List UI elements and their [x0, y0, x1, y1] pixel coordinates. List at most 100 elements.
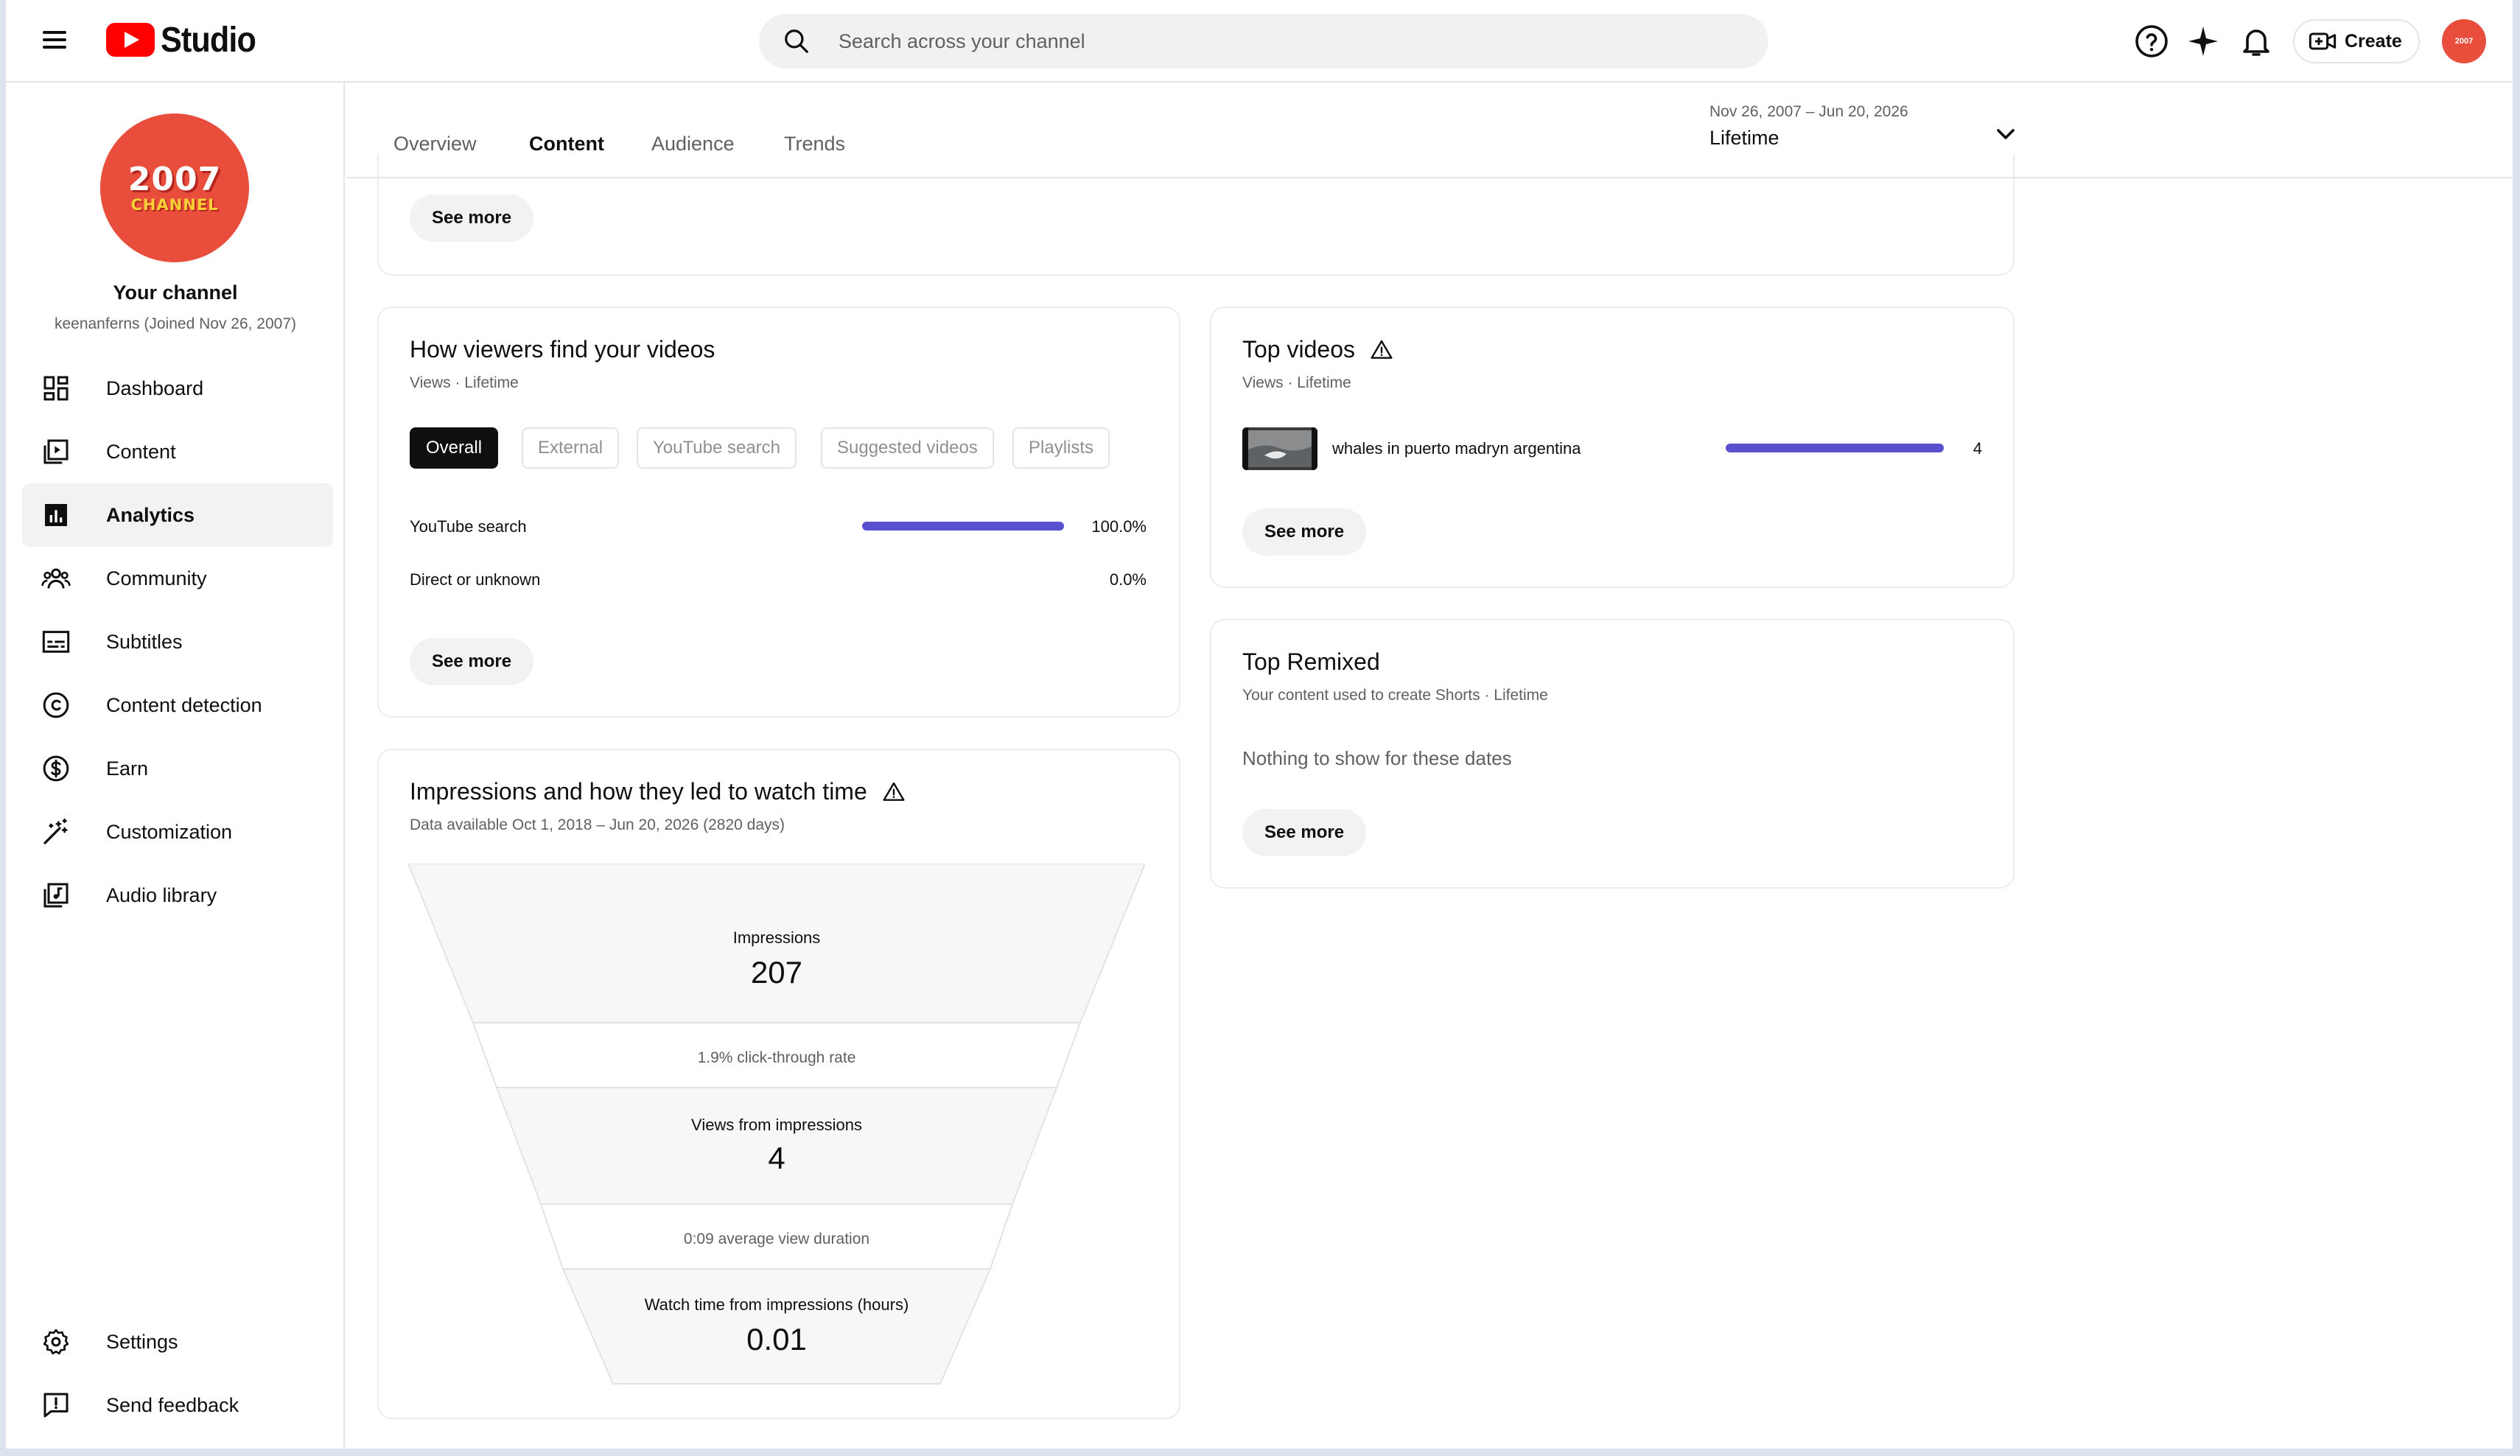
card-subtitle: Your content used to create Shorts · Lif… — [1242, 687, 1548, 704]
magic-wand-icon — [43, 819, 68, 844]
date-range-picker[interactable]: Nov 26, 2007 – Jun 20, 2026 Lifetime — [1709, 103, 2019, 162]
channel-title: Your channel — [113, 281, 238, 304]
card-title: Top videos — [1242, 336, 1393, 363]
menu-icon[interactable] — [40, 25, 69, 55]
youtube-play-icon — [106, 23, 155, 57]
channel-avatar[interactable]: 2007 CHANNEL — [100, 113, 249, 262]
chip-suggested-videos[interactable]: Suggested videos — [821, 427, 994, 469]
chip-youtube-search[interactable]: YouTube search — [637, 427, 797, 469]
copyright-icon — [43, 692, 69, 718]
previous-card: See more — [377, 155, 2015, 276]
audio-library-icon — [43, 883, 69, 908]
sidebar-item-label: Analytics — [106, 503, 195, 526]
sparkle-icon[interactable] — [2185, 24, 2221, 59]
watch-time-value: 0.01 — [746, 1322, 807, 1357]
warning-icon[interactable] — [1370, 338, 1393, 362]
video-views-value: 4 — [1973, 439, 1982, 458]
sidebar-item-label: Subtitles — [106, 630, 183, 653]
sidebar-item-send-feedback[interactable]: Send feedback — [22, 1373, 333, 1437]
top-header: Studio Create 2007 — [6, 0, 2513, 83]
card-title: Top Remixed — [1242, 648, 1380, 676]
top-remixed-card: Top Remixed Your content used to create … — [1210, 619, 2015, 889]
sidebar-item-subtitles[interactable]: Subtitles — [22, 610, 333, 673]
traffic-sources-card: How viewers find your videos Views · Lif… — [377, 307, 1180, 718]
see-more-button[interactable]: See more — [1242, 508, 1367, 556]
analytics-icon — [45, 504, 67, 526]
channel-avatar-big-text: 2007 — [127, 161, 222, 198]
video-thumbnail-image — [1242, 427, 1317, 470]
notifications-bell-icon[interactable] — [2239, 24, 2274, 59]
card-title: How viewers find your videos — [410, 336, 715, 363]
sidebar-item-label: Audio library — [106, 883, 217, 906]
ctr-text: 1.9% click-through rate — [697, 1049, 856, 1066]
traffic-bar-fill — [862, 522, 1064, 531]
traffic-row-label: Direct or unknown — [410, 570, 541, 589]
traffic-row-label: YouTube search — [410, 517, 527, 536]
date-range-text: Nov 26, 2007 – Jun 20, 2026 — [1709, 103, 1908, 120]
logo-text: Studio — [161, 20, 256, 60]
top-remixed-title-text: Top Remixed — [1242, 648, 1380, 675]
sidebar-item-analytics[interactable]: Analytics — [22, 483, 333, 547]
chip-overall[interactable]: Overall — [410, 427, 499, 469]
video-views-bar-fill — [1726, 444, 1944, 452]
sidebar-item-community[interactable]: Community — [22, 547, 333, 610]
sidebar-item-settings[interactable]: Settings — [22, 1310, 333, 1373]
video-add-icon — [2309, 32, 2337, 50]
dashboard-icon — [43, 376, 69, 401]
tabs-divider — [346, 177, 2513, 178]
video-title[interactable]: whales in puerto madryn argentina — [1332, 439, 1581, 458]
see-more-button[interactable]: See more — [1242, 809, 1367, 856]
see-more-button[interactable]: See more — [410, 195, 534, 242]
card-subtitle: Views · Lifetime — [1242, 374, 1351, 391]
traffic-title-text: How viewers find your videos — [410, 336, 715, 363]
impressions-value: 207 — [750, 955, 803, 990]
create-button[interactable]: Create — [2293, 19, 2420, 63]
chip-playlists[interactable]: Playlists — [1012, 427, 1110, 469]
watch-time-label: Watch time from impressions (hours) — [644, 1295, 909, 1314]
search-icon[interactable] — [783, 27, 811, 55]
sidebar-item-label: Earn — [106, 757, 149, 780]
traffic-row-value: 100.0% — [1091, 517, 1147, 536]
views-from-impressions-value: 4 — [768, 1141, 785, 1175]
video-views-bar — [1726, 444, 1944, 452]
account-avatar[interactable]: 2007 — [2442, 19, 2486, 63]
sidebar-item-content-detection[interactable]: Content detection — [22, 673, 333, 737]
views-from-impressions-label: Views from impressions — [691, 1116, 862, 1134]
sidebar-item-content[interactable]: Content — [22, 420, 333, 483]
chevron-down-icon — [1997, 129, 2015, 139]
help-icon[interactable] — [2134, 24, 2169, 59]
dollar-icon — [43, 755, 69, 782]
channel-avatar-small-text: CHANNEL — [130, 196, 219, 214]
community-icon — [41, 568, 71, 589]
empty-state-text: Nothing to show for these dates — [1242, 747, 1512, 769]
feedback-icon — [43, 1393, 69, 1418]
create-label: Create — [2345, 30, 2402, 52]
account-avatar-text: 2007 — [2454, 37, 2474, 46]
sidebar-item-label: Community — [106, 567, 207, 589]
see-more-button[interactable]: See more — [410, 638, 534, 685]
gear-icon — [43, 1329, 69, 1355]
card-subtitle: Views · Lifetime — [410, 374, 519, 391]
date-period-text: Lifetime — [1709, 127, 1779, 149]
search-bar[interactable] — [759, 14, 1768, 69]
traffic-row-value: 0.0% — [1109, 570, 1147, 589]
sidebar-item-label: Content detection — [106, 693, 262, 716]
sidebar-item-earn[interactable]: Earn — [22, 737, 333, 800]
search-input[interactable] — [839, 14, 1723, 69]
sidebar-item-customization[interactable]: Customization — [22, 800, 333, 864]
avg-view-duration-text: 0:09 average view duration — [683, 1231, 870, 1247]
top-videos-card: Top videos Views · Lifetime whales in pu… — [1210, 307, 2015, 588]
studio-logo[interactable]: Studio — [106, 19, 266, 60]
sidebar-item-audio-library[interactable]: Audio library — [22, 864, 333, 927]
traffic-bar — [862, 522, 1064, 531]
chip-external[interactable]: External — [522, 427, 620, 469]
impressions-title-text: Impressions and how they led to watch ti… — [410, 778, 867, 805]
warning-icon[interactable] — [882, 780, 906, 804]
top-videos-title-text: Top videos — [1242, 336, 1355, 363]
impressions-funnel-card: Impressions and how they led to watch ti… — [377, 749, 1180, 1419]
channel-subtitle: keenanferns (Joined Nov 26, 2007) — [54, 315, 297, 332]
video-thumbnail[interactable] — [1242, 427, 1317, 470]
sidebar-item-dashboard[interactable]: Dashboard — [22, 357, 333, 420]
sidebar-item-label: Content — [106, 440, 176, 463]
studio-window: Studio Create 2007 2007 CHANNEL Your cha… — [6, 0, 2513, 1449]
